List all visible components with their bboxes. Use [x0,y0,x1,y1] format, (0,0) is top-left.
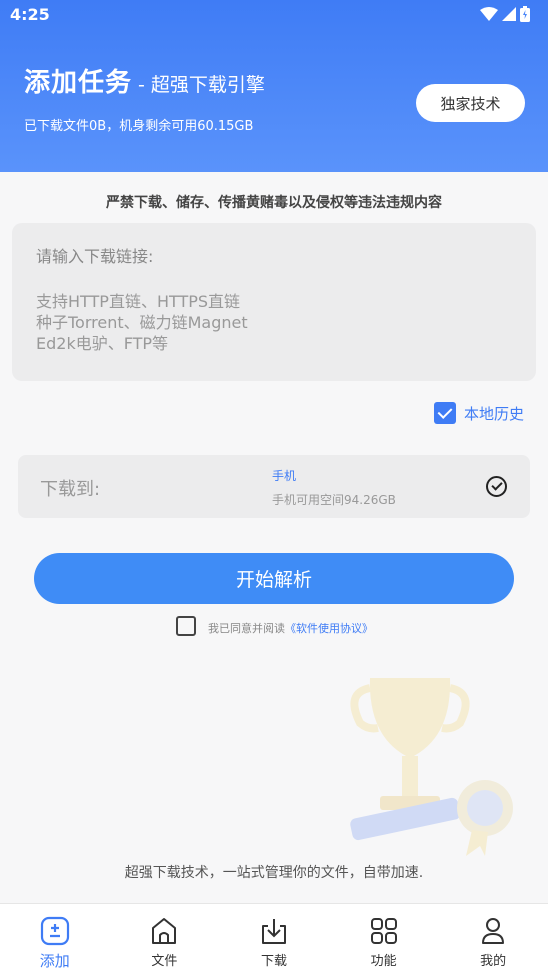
nav-label: 文件 [151,954,178,969]
destination-label: 下载到: [40,479,101,500]
status-bar: 4:25 [0,0,548,30]
status-icons [480,6,530,22]
header-banner: 4:25 添加任务 - 超强下载引擎 已下载文件0B，机身剩余可用60.15GB… [0,0,548,172]
nav-download[interactable]: 下载 [219,904,329,974]
download-icon [261,919,286,944]
start-parse-button[interactable]: 开始解析 [34,553,514,604]
link-input-label: 请输入下载链接: [36,247,154,266]
storage-info: 已下载文件0B，机身剩余可用60.15GB [24,119,254,134]
title-row: 添加任务 - 超强下载引擎 [24,62,265,99]
trophy-illustration [350,678,513,856]
history-label: 本地历史 [463,404,524,423]
download-destination[interactable]: 下载到: 手机 手机可用空间94.26GB [18,455,530,518]
exclusive-tech-button[interactable]: 独家技术 [416,84,525,122]
profile-icon [482,918,505,944]
nav-profile[interactable]: 我的 [438,904,548,974]
history-checkbox[interactable] [433,402,456,424]
agreement-row: 我已同意并阅读《软件使用协议》 [176,616,373,636]
add-icon [40,916,69,946]
nav-add[interactable]: 添加 [0,904,110,974]
home-icon [152,918,177,944]
signal-icon [502,7,516,21]
nav-label: 添加 [39,952,70,970]
check-circle-icon[interactable] [486,476,507,497]
local-history-toggle[interactable]: 本地历史 [433,402,524,424]
nav-files[interactable]: 文件 [110,904,220,974]
download-link-input[interactable]: 请输入下载链接: 支持HTTP直链、HTTPS直链 种子Torrent、磁力链M… [12,223,536,381]
nav-label: 功能 [370,954,397,969]
wifi-icon [480,7,498,21]
link-input-hint: 支持HTTP直链、HTTPS直链 种子Torrent、磁力链Magnet Ed2… [36,292,248,353]
nav-label: 下载 [260,954,287,969]
legal-warning: 严禁下载、储存、传播黄赌毒以及侵权等违法违规内容 [106,195,442,211]
destination-space: 手机可用空间94.26GB [272,493,396,507]
agreement-text: 我已同意并阅读 [208,621,285,635]
battery-icon [520,6,530,22]
agreement-link[interactable]: 《软件使用协议》 [285,622,373,635]
status-time: 4:25 [10,5,50,24]
destination-name: 手机 [272,469,297,483]
agreement-checkbox[interactable] [176,616,196,636]
page-subtitle: - 超强下载引擎 [138,74,265,96]
footer-tagline: 超强下载技术，一站式管理你的文件，自带加速. [124,865,424,881]
grid-icon [370,918,397,944]
nav-features[interactable]: 功能 [329,904,439,974]
bottom-navigation: 添加 文件 下载 功能 我的 [0,903,548,974]
page-title: 添加任务 [24,68,133,98]
nav-label: 我的 [480,954,507,969]
